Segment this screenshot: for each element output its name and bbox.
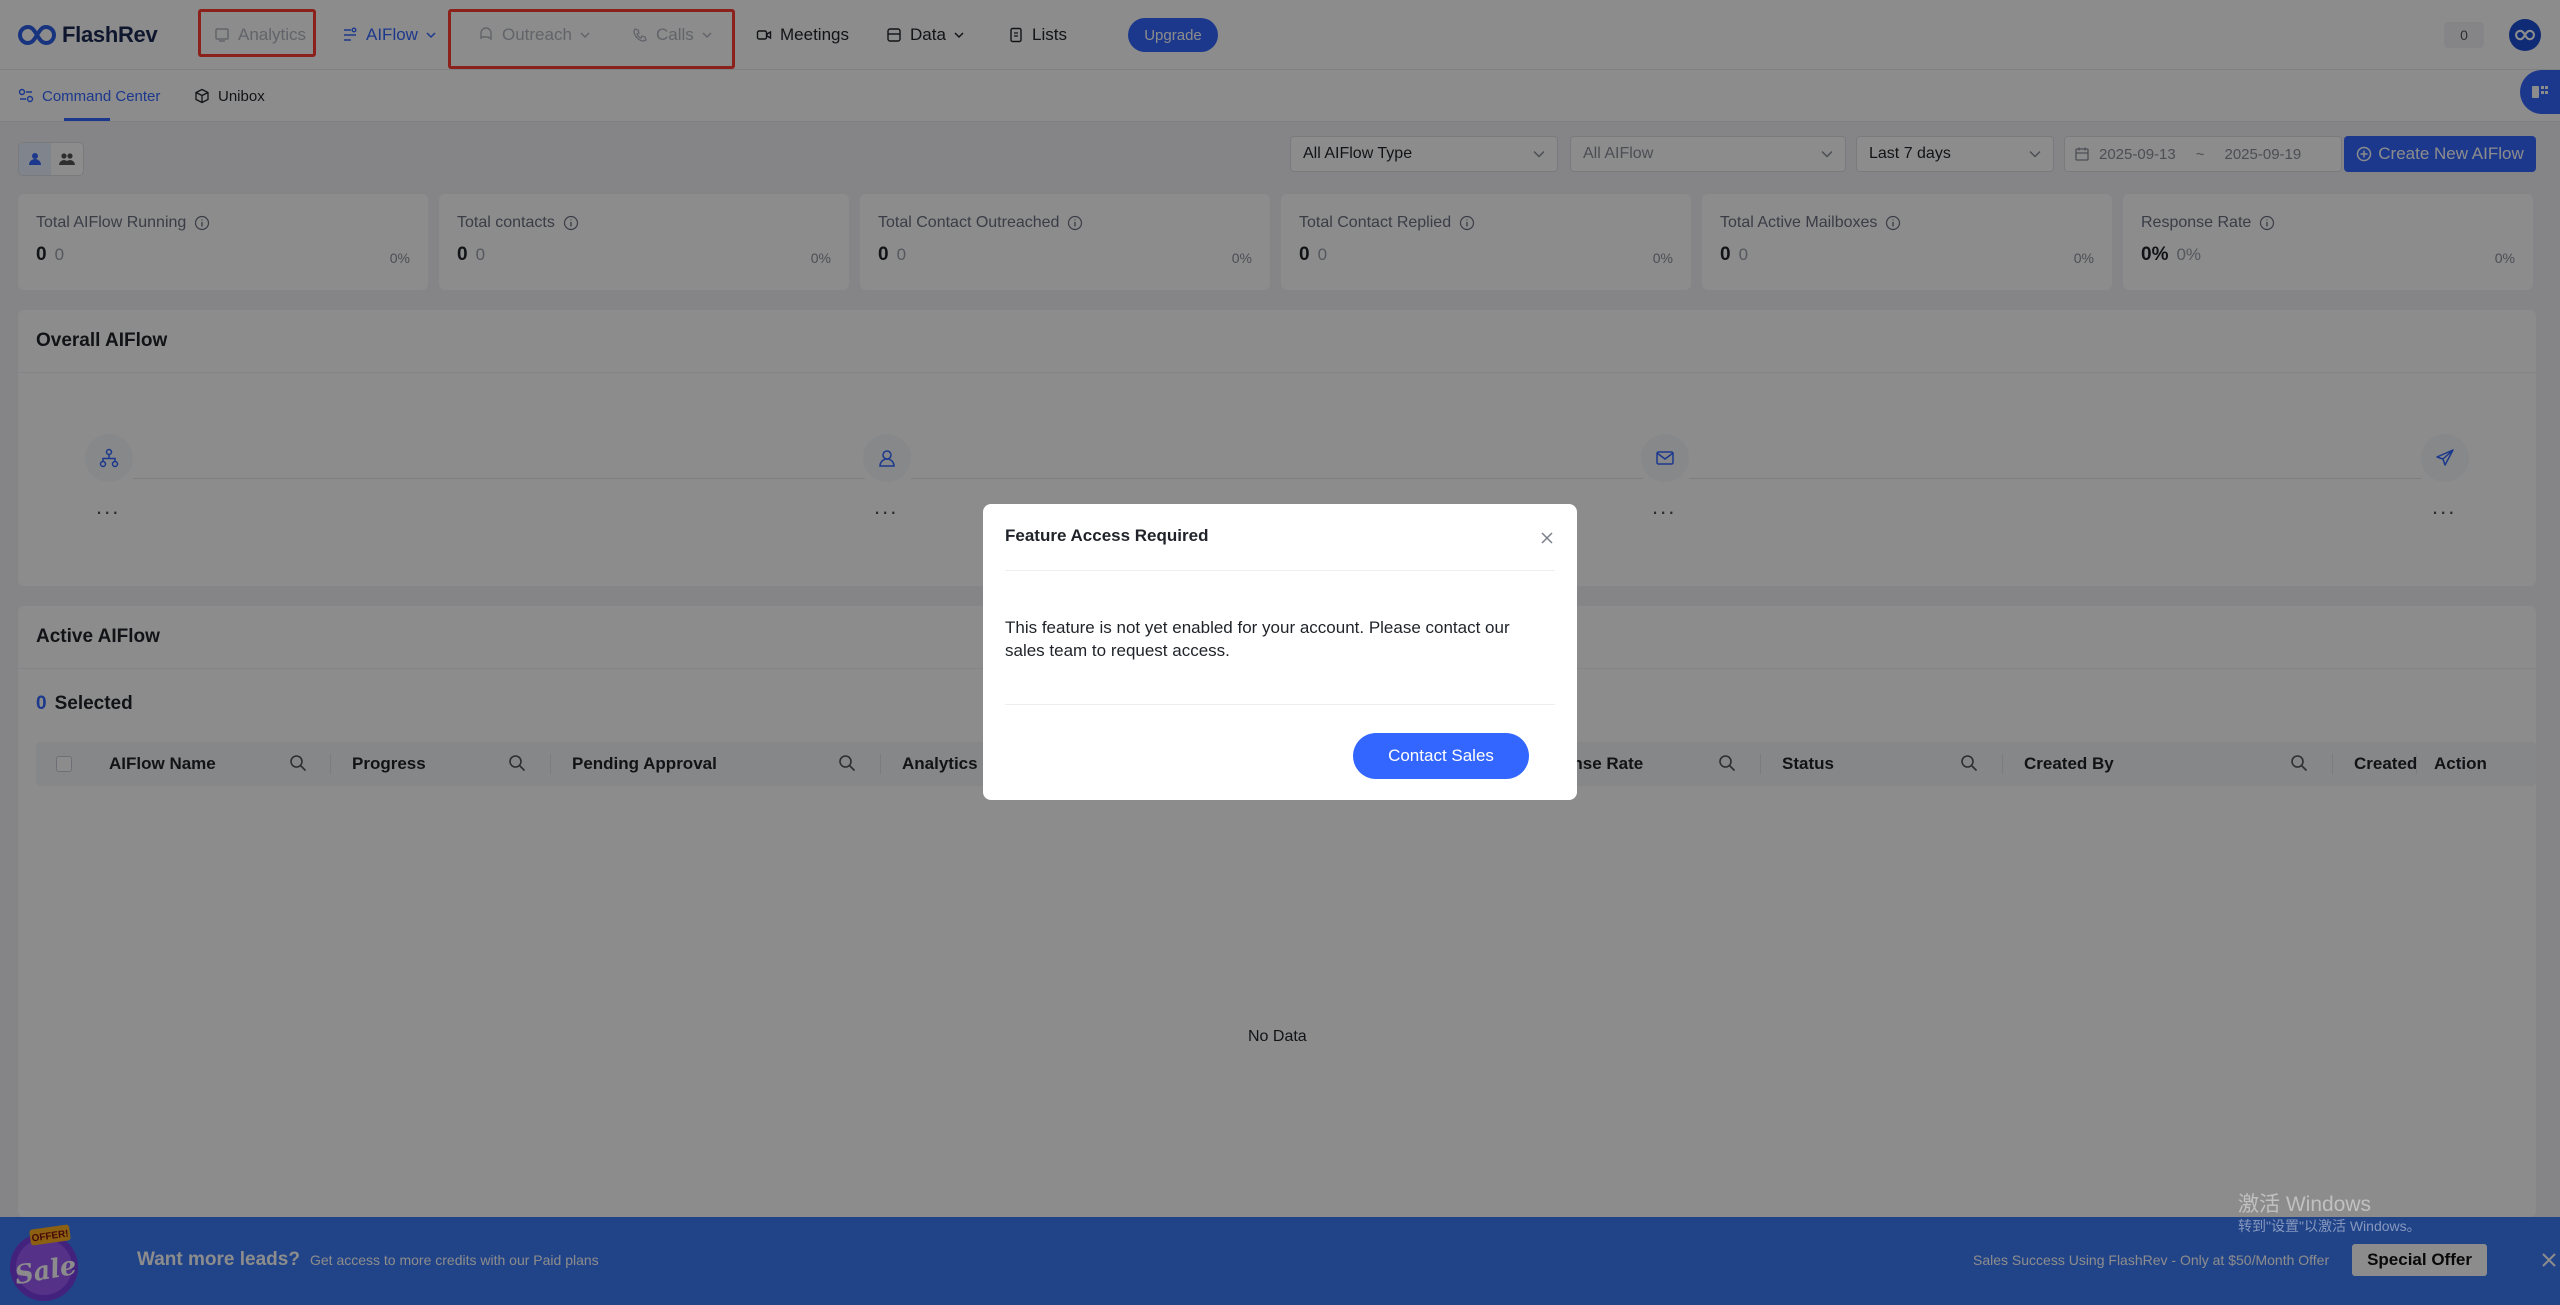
windows-activation-hint: 转到"设置"以激活 Windows。 <box>2238 1218 2421 1234</box>
modal-title: Feature Access Required <box>1005 526 1209 545</box>
modal-divider <box>1005 704 1555 705</box>
contact-sales-button[interactable]: Contact Sales <box>1353 733 1529 779</box>
feature-access-modal: Feature Access Required This feature is … <box>983 504 1577 800</box>
modal-divider <box>1005 570 1555 571</box>
close-icon[interactable] <box>1537 528 1557 548</box>
windows-activation-watermark: 激活 Windows <box>2238 1193 2372 1216</box>
modal-message: This feature is not yet enabled for your… <box>1005 618 1510 660</box>
